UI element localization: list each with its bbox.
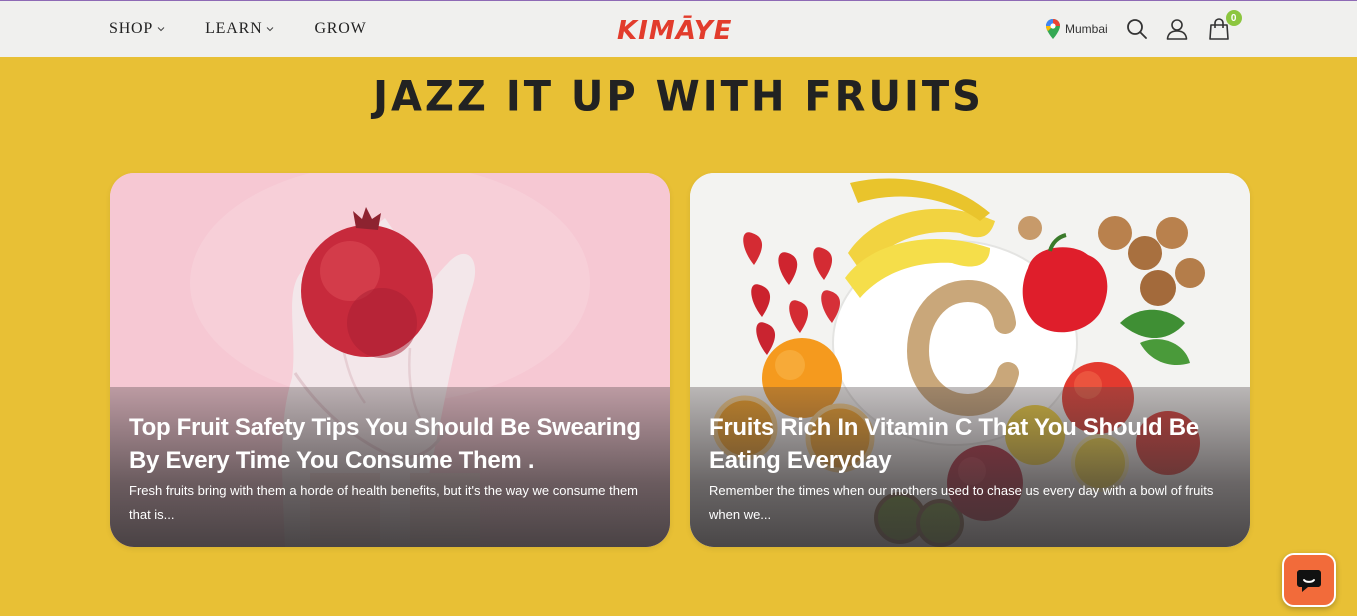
site-logo[interactable]: KIMĀYE — [617, 15, 741, 47]
nav-item-label: GROW — [314, 20, 367, 37]
account-button[interactable] — [1166, 18, 1188, 40]
cart-count-badge: 0 — [1225, 10, 1242, 26]
nav-item-learn[interactable]: LEARN — [205, 20, 274, 38]
blog-card-vitamin-c[interactable]: Fruits Rich In Vitamin C That You Should… — [690, 173, 1250, 547]
user-icon — [1166, 19, 1187, 40]
map-pin-icon — [1046, 19, 1060, 39]
nav-item-shop[interactable]: SHOP — [109, 20, 165, 38]
section-title: JAZZ IT UP WITH FRUITS — [373, 72, 984, 122]
nav-item-grow[interactable]: GROW — [314, 20, 366, 38]
card-excerpt: Remember the times when our mothers used… — [709, 483, 1214, 522]
nav-item-label: LEARN — [205, 20, 263, 37]
cart-button[interactable]: 0 — [1208, 10, 1242, 40]
search-button[interactable] — [1126, 18, 1148, 40]
chevron-down-icon — [267, 27, 274, 32]
chevron-down-icon — [157, 27, 165, 32]
header-actions: Mumbai 0 — [1046, 10, 1242, 40]
chat-button[interactable] — [1282, 553, 1336, 607]
logo-text: KIMĀYE — [617, 16, 733, 46]
location-selector[interactable]: Mumbai — [1046, 19, 1108, 39]
chat-icon — [1297, 570, 1321, 592]
nav-item-label: SHOP — [109, 20, 154, 37]
site-header: SHOP LEARN GROW KIMĀYE Mumbai 0 — [0, 1, 1357, 57]
main-nav: SHOP LEARN GROW — [109, 20, 367, 38]
location-label: Mumbai — [1065, 22, 1108, 36]
card-title[interactable]: Fruits Rich In Vitamin C That You Should… — [709, 411, 1229, 477]
card-excerpt: Fresh fruits bring with them a horde of … — [129, 483, 639, 522]
card-title[interactable]: Top Fruit Safety Tips You Should Be Swea… — [129, 411, 649, 477]
search-icon — [1126, 19, 1147, 39]
blog-card-fruit-safety[interactable]: Top Fruit Safety Tips You Should Be Swea… — [110, 173, 670, 547]
